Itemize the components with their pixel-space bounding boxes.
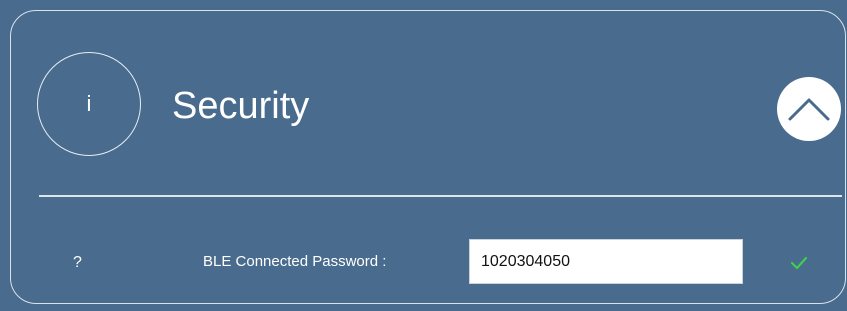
section-divider xyxy=(39,195,842,197)
collapse-section-button[interactable] xyxy=(777,77,841,141)
check-icon xyxy=(790,256,808,270)
info-icon: i xyxy=(37,52,141,156)
security-section-panel: i Security ? BLE Connected Password : xyxy=(10,10,846,304)
ble-password-input[interactable] xyxy=(469,239,743,284)
chevron-up-icon xyxy=(788,98,830,121)
info-icon-glyph: i xyxy=(86,91,92,116)
help-icon[interactable]: ? xyxy=(73,254,82,272)
settings-window: i Security ? BLE Connected Password : xyxy=(0,0,847,311)
ble-password-label: BLE Connected Password : xyxy=(203,253,387,270)
section-title: Security xyxy=(172,85,310,127)
